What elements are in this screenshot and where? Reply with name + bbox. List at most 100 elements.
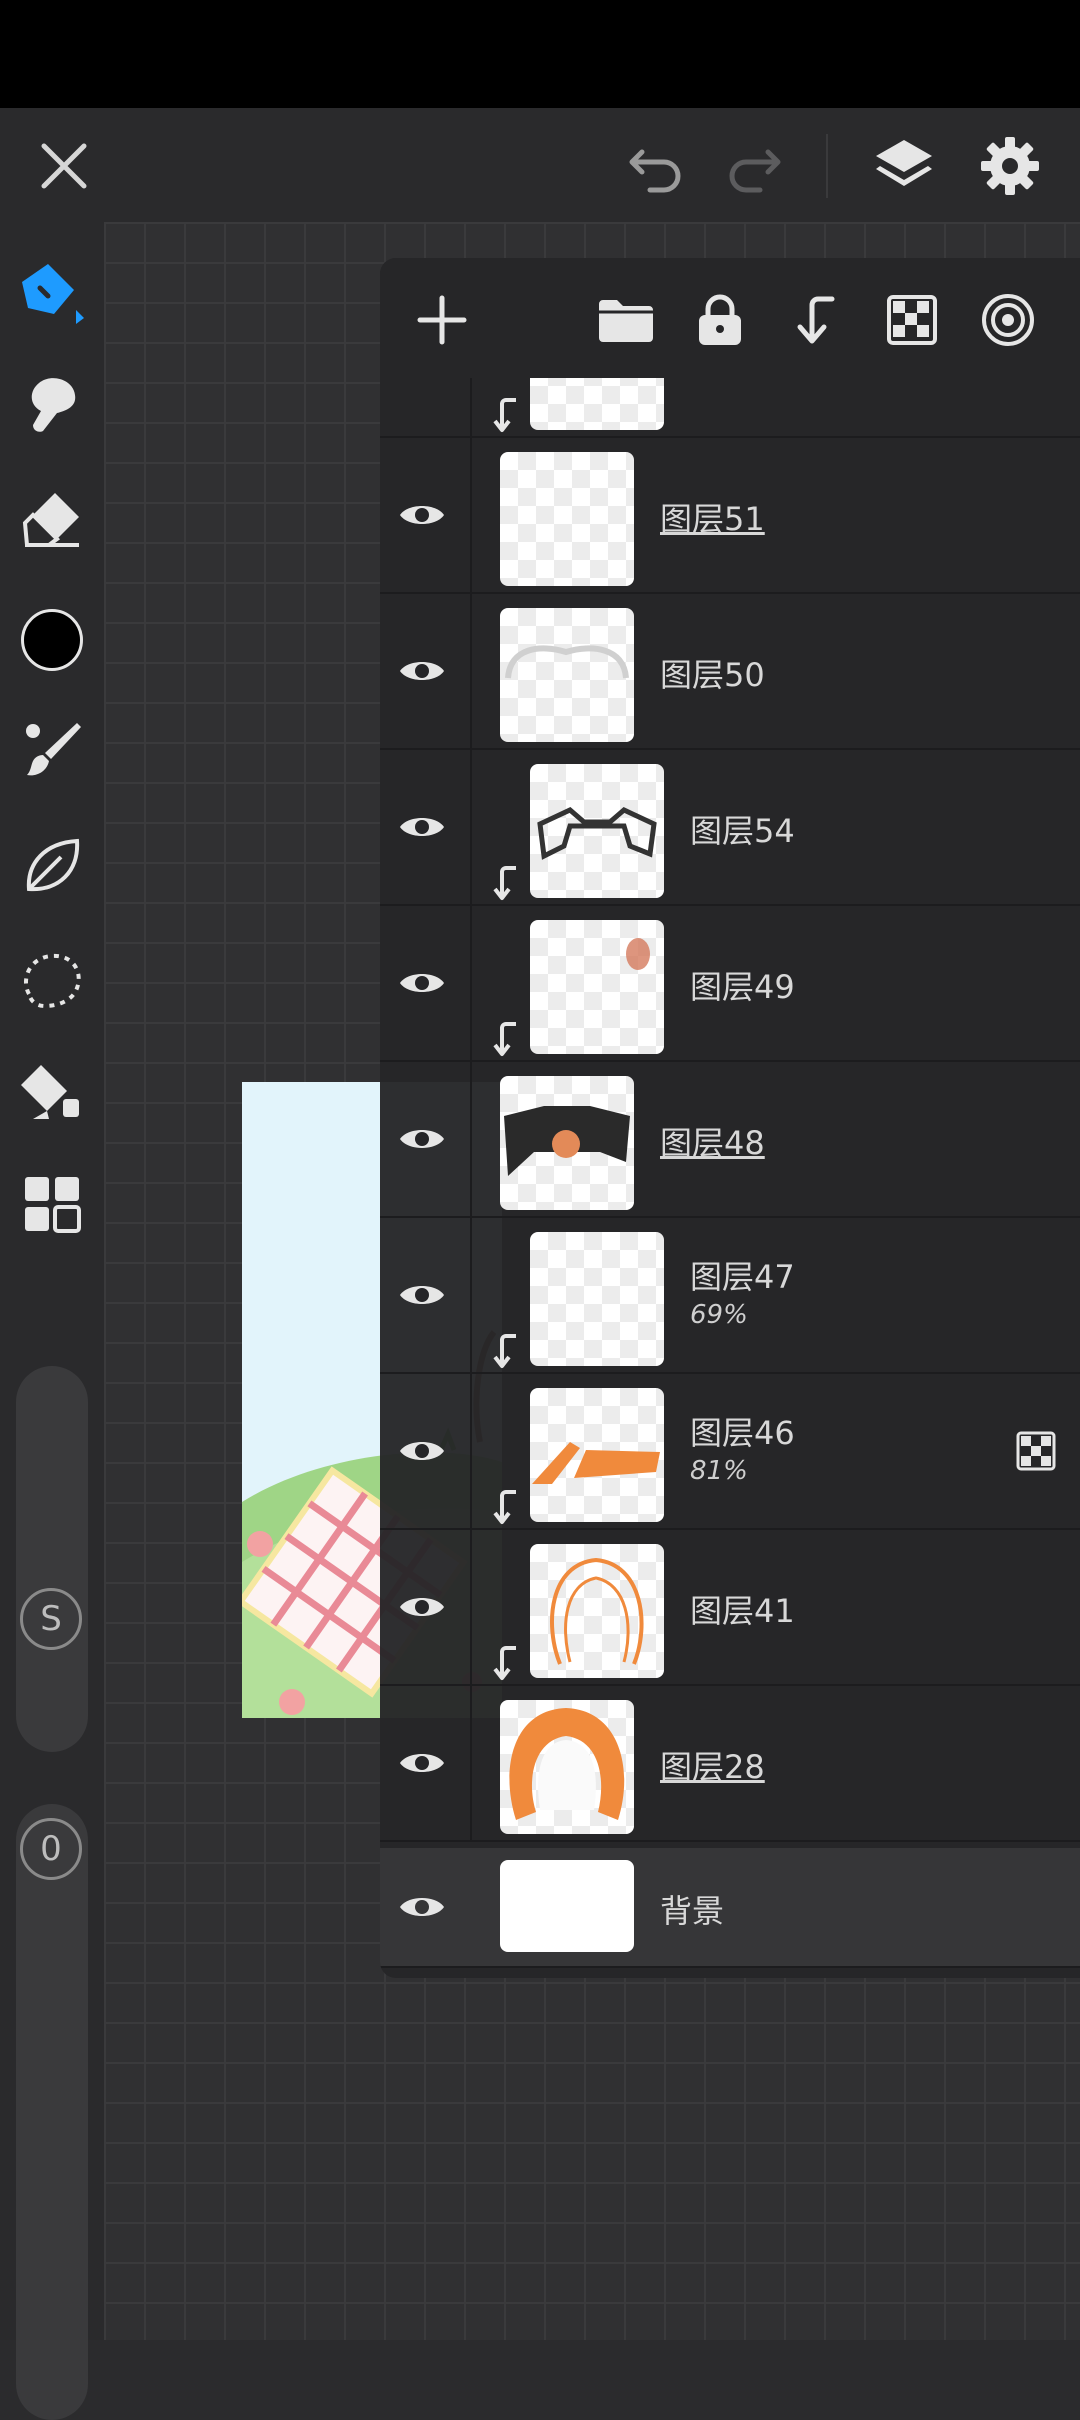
layer-visibility-toggle[interactable]: [394, 1879, 450, 1935]
layers-panel: 图层51 图层50 图层54 图层49 图层48 图层47 69% 图层46 8…: [380, 258, 1080, 1978]
layer-visibility-toggle[interactable]: [394, 1267, 450, 1323]
layer-thumbnail: [500, 608, 634, 742]
leaf-icon: [26, 838, 80, 892]
clipping-mask-icon: [493, 1490, 516, 1524]
eye-icon: [400, 1442, 444, 1460]
row-divider: [470, 750, 472, 904]
brush-opacity-slider[interactable]: [16, 1804, 88, 2420]
brush-opacity-label: 0: [40, 1829, 62, 1869]
smudge-tool-button[interactable]: [18, 370, 86, 438]
layer-row[interactable]: 图层48: [380, 1062, 1080, 1218]
layer-thumbnail: [530, 1388, 664, 1522]
layer-thumbnail: [530, 378, 664, 430]
undo-button[interactable]: [618, 128, 694, 204]
close-button[interactable]: [26, 128, 102, 204]
folder-icon: [599, 300, 653, 342]
eye-icon: [400, 1130, 444, 1148]
redo-icon: [729, 149, 781, 193]
layer-name: 图层46: [690, 1414, 795, 1452]
lasso-icon: [23, 953, 81, 1009]
layer-name: 背景: [660, 1892, 725, 1930]
new-folder-button[interactable]: [594, 288, 658, 352]
selection-tool-button[interactable]: [18, 946, 86, 1014]
alpha-lock-icon[interactable]: [1016, 1431, 1056, 1471]
status-bar: [0, 0, 1080, 108]
transparency-lock-button[interactable]: [880, 288, 944, 352]
layer-visibility-toggle[interactable]: [394, 1111, 450, 1167]
layer-thumbnail: [500, 1076, 634, 1210]
layer-row[interactable]: 图层49: [380, 906, 1080, 1062]
layer-thumbnail: [500, 452, 634, 586]
eye-icon: [400, 818, 444, 836]
fill-tool-button[interactable]: [18, 1058, 86, 1126]
settings-button[interactable]: [972, 128, 1048, 204]
clipping-mask-icon: [493, 1334, 516, 1368]
row-divider: [470, 438, 472, 592]
brush-opacity-knob[interactable]: 0: [20, 1818, 82, 1880]
color-picker-button[interactable]: [18, 606, 86, 674]
layer-thumbnail: [530, 764, 664, 898]
layer-name: 图层41: [690, 1592, 795, 1630]
layer-row[interactable]: 图层51: [380, 438, 1080, 594]
layer-visibility-toggle[interactable]: [394, 1735, 450, 1791]
pen-icon: [22, 264, 84, 324]
layer-name: 图层48: [660, 1124, 765, 1162]
pen-tool-button[interactable]: [18, 258, 86, 326]
lasso-fill-button[interactable]: [18, 832, 86, 900]
layer-row[interactable]: 图层54: [380, 750, 1080, 906]
brush-icon: [26, 723, 81, 776]
layer-row[interactable]: 图层28: [380, 1686, 1080, 1842]
reference-layer-button[interactable]: [976, 288, 1040, 352]
more-tools-button[interactable]: [18, 1170, 86, 1238]
add-layer-button[interactable]: [410, 288, 474, 352]
redo-button[interactable]: [716, 128, 792, 204]
layer-thumbnail: [500, 1860, 634, 1952]
layer-row-background[interactable]: 背景: [380, 1848, 1080, 1968]
brush-size-slider[interactable]: [16, 1366, 88, 1752]
eye-icon: [400, 1898, 444, 1916]
layer-row[interactable]: 图层50: [380, 594, 1080, 750]
row-divider: [470, 1218, 472, 1372]
eye-icon: [400, 662, 444, 680]
layer-visibility-toggle[interactable]: [394, 1423, 450, 1479]
eraser-tool-button[interactable]: [18, 484, 86, 552]
layer-row[interactable]: 图层41: [380, 1530, 1080, 1686]
layer-visibility-toggle[interactable]: [394, 955, 450, 1011]
row-divider: [470, 1374, 472, 1528]
layer-name: 图层49: [690, 968, 795, 1006]
row-divider: [470, 1686, 472, 1840]
layer-thumbnail: [530, 1544, 664, 1678]
top-bar: [0, 108, 1080, 222]
layers-icon: [876, 140, 932, 186]
target-icon: [982, 294, 1034, 346]
row-divider: [470, 906, 472, 1060]
row-divider: [470, 594, 472, 748]
close-icon: [41, 143, 87, 189]
lock-layer-button[interactable]: [688, 288, 752, 352]
layer-opacity: 81%: [690, 1456, 748, 1486]
row-divider: [470, 1530, 472, 1684]
layer-name: 图层51: [660, 500, 765, 538]
brush-tool-button[interactable]: [18, 716, 86, 784]
layer-row-partial[interactable]: [380, 378, 1080, 438]
current-color-swatch: [21, 609, 83, 671]
clipping-mask-icon: [493, 398, 516, 432]
eye-icon: [400, 506, 444, 524]
layer-name: 图层50: [660, 656, 765, 694]
gear-icon: [981, 137, 1039, 195]
layer-visibility-toggle[interactable]: [394, 799, 450, 855]
brush-size-label: S: [40, 1599, 62, 1639]
eye-icon: [400, 1754, 444, 1772]
merge-down-button[interactable]: [784, 288, 848, 352]
layer-row[interactable]: 图层47 69%: [380, 1218, 1080, 1374]
layer-visibility-toggle[interactable]: [394, 487, 450, 543]
layer-visibility-toggle[interactable]: [394, 1579, 450, 1635]
layer-name: 图层54: [690, 812, 795, 850]
layer-row[interactable]: 图层46 81%: [380, 1374, 1080, 1530]
layer-visibility-toggle[interactable]: [394, 643, 450, 699]
brush-size-knob[interactable]: S: [20, 1588, 82, 1650]
layers-button[interactable]: [866, 128, 942, 204]
eye-icon: [400, 1598, 444, 1616]
layers-panel-header: [380, 258, 1080, 378]
layer-thumbnail: [500, 1700, 634, 1834]
